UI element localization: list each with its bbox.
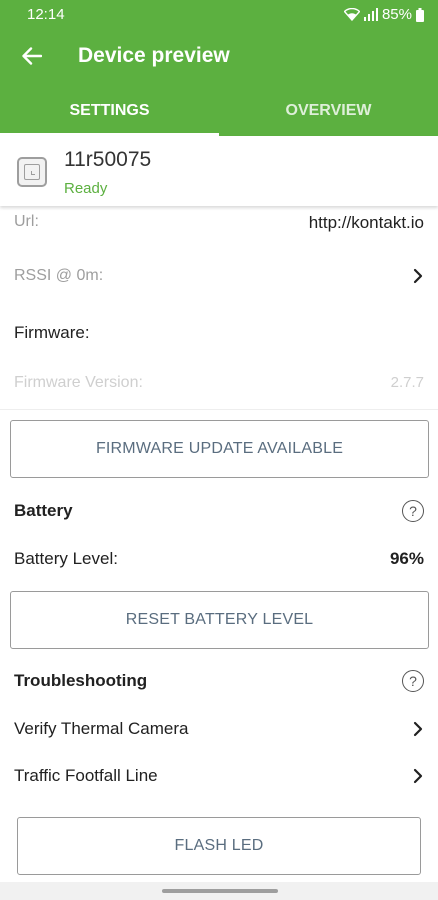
tab-overview-label: OVERVIEW xyxy=(285,102,372,119)
traffic-footfall-line-item[interactable]: Traffic Footfall Line xyxy=(0,758,438,794)
battery-level-label: Battery Level: xyxy=(14,549,118,568)
chevron-right-icon xyxy=(412,768,424,784)
tab-settings-label: SETTINGS xyxy=(69,102,150,119)
beacon-icon xyxy=(17,157,47,187)
url-row: Url: http://kontakt.io xyxy=(0,208,438,238)
back-button[interactable] xyxy=(10,36,54,80)
battery-section-header: Battery ? xyxy=(0,497,438,527)
troubleshooting-section-header: Troubleshooting ? xyxy=(0,667,438,697)
battery-icon xyxy=(416,7,424,22)
verify-thermal-camera-item[interactable]: Verify Thermal Camera xyxy=(0,711,438,747)
battery-percent: 85% xyxy=(381,6,412,23)
device-name: 11r50075 xyxy=(64,148,152,171)
traffic-footfall-line-label: Traffic Footfall Line xyxy=(14,766,158,785)
device-header: 11r50075 Ready xyxy=(0,136,438,206)
arrow-left-icon xyxy=(22,46,43,70)
firmware-update-label: FIRMWARE UPDATE AVAILABLE xyxy=(95,440,344,457)
flash-led-label: FLASH LED xyxy=(174,837,264,854)
tab-overview[interactable]: OVERVIEW xyxy=(219,86,438,136)
battery-level-value: 96% xyxy=(389,549,424,568)
troubleshooting-help-icon[interactable]: ? xyxy=(402,670,424,692)
firmware-version-value: 2.7.7 xyxy=(390,374,424,391)
section-divider xyxy=(0,409,438,410)
firmware-update-button[interactable]: FIRMWARE UPDATE AVAILABLE xyxy=(10,420,429,478)
page-title: Device preview xyxy=(78,44,230,67)
home-gesture-handle[interactable] xyxy=(162,889,278,893)
status-icons: 85% xyxy=(343,6,424,23)
url-value: http://kontakt.io xyxy=(308,213,424,232)
firmware-row: Firmware: xyxy=(0,318,438,348)
app-bar: 12:14 85% Device preview SETTINGS OVERVI… xyxy=(0,0,438,136)
rssi-row[interactable]: RSSI @ 0m: xyxy=(0,258,438,294)
device-status: Ready xyxy=(64,180,108,197)
status-time: 12:14 xyxy=(27,6,65,23)
battery-heading: Battery xyxy=(14,501,73,520)
status-bar: 12:14 85% xyxy=(0,0,438,30)
battery-help-icon[interactable]: ? xyxy=(402,500,424,522)
toolbar: Device preview xyxy=(0,30,438,86)
tab-bar: SETTINGS OVERVIEW xyxy=(0,86,438,136)
rssi-label: RSSI @ 0m: xyxy=(14,267,104,284)
url-label: Url: xyxy=(14,213,39,230)
battery-level-row: Battery Level: 96% xyxy=(0,545,438,575)
chevron-right-icon xyxy=(412,721,424,737)
firmware-version-row: Firmware Version: 2.7.7 xyxy=(0,370,438,398)
signal-icon xyxy=(363,8,378,21)
troubleshooting-heading: Troubleshooting xyxy=(14,671,148,690)
firmware-version-label: Firmware Version: xyxy=(14,374,143,391)
navigation-bar xyxy=(0,882,438,900)
reset-battery-label: RESET BATTERY LEVEL xyxy=(125,611,314,628)
reset-battery-button[interactable]: RESET BATTERY LEVEL xyxy=(10,591,429,649)
wifi-icon xyxy=(343,8,360,21)
tab-settings[interactable]: SETTINGS xyxy=(0,86,219,136)
chevron-right-icon xyxy=(412,268,424,284)
flash-led-button[interactable]: FLASH LED xyxy=(17,817,421,875)
firmware-label: Firmware: xyxy=(14,323,90,342)
verify-thermal-camera-label: Verify Thermal Camera xyxy=(14,719,189,738)
